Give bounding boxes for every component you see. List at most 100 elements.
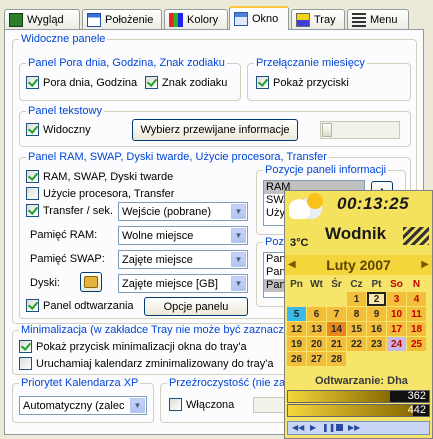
stop-icon[interactable]: [336, 424, 343, 431]
calendar-day[interactable]: 7: [327, 307, 346, 321]
bar-value: 442: [407, 404, 426, 416]
chevron-down-icon[interactable]: ▼: [231, 204, 246, 219]
aquarius-icon: [403, 227, 429, 245]
checkbox-box[interactable]: [26, 204, 39, 217]
calendar-day[interactable]: 9: [367, 307, 386, 321]
calendar-day[interactable]: 17: [387, 322, 406, 336]
calendar-day[interactable]: 14: [327, 322, 346, 336]
tab-kolory[interactable]: Kolory: [164, 9, 228, 29]
scroll-speed-slider[interactable]: [320, 121, 400, 139]
calendar-empty: [287, 292, 306, 306]
ram-swap-disks-checkbox[interactable]: RAM, SWAP, Dyski twarde: [26, 170, 173, 183]
calendar-day[interactable]: 5: [287, 307, 306, 321]
window-icon: [234, 12, 248, 26]
zodiac-checkbox[interactable]: Znak zodiaku: [145, 76, 227, 89]
disk-settings-button[interactable]: [80, 272, 102, 292]
daytime-checkbox[interactable]: Pora dnia, Godzina: [26, 76, 137, 89]
ram-select[interactable]: Wolne miejsce ▼: [118, 226, 248, 245]
tab-wyglad[interactable]: Wygląd: [4, 9, 80, 29]
checkbox-box[interactable]: [26, 187, 39, 200]
calendar-day[interactable]: 12: [287, 322, 306, 336]
calendar-day[interactable]: 19: [287, 337, 306, 351]
checkbox-box[interactable]: [169, 398, 182, 411]
calendar-day[interactable]: 8: [347, 307, 366, 321]
checkbox-label: Uruchamiaj kalendarz zminimalizowany do …: [36, 357, 274, 370]
calendar-day[interactable]: 13: [307, 322, 326, 336]
checkbox-label: Znak zodiaku: [162, 76, 228, 89]
select-value: Wolne miejsce: [122, 229, 194, 242]
transparency-slider[interactable]: [253, 397, 287, 413]
chevron-down-icon[interactable]: ▼: [231, 228, 246, 243]
start-minimized-checkbox[interactable]: Uruchamiaj kalendarz zminimalizowany do …: [19, 357, 273, 370]
tab-menu[interactable]: Menu: [347, 9, 409, 29]
panel-options-button[interactable]: Opcje panelu: [144, 297, 248, 316]
next-track-icon[interactable]: ▶▶: [348, 423, 360, 432]
calendar-day[interactable]: 2: [367, 292, 386, 306]
checkbox-box[interactable]: [26, 76, 39, 89]
disks-select[interactable]: Zajęte miejsce [GB] ▼: [118, 274, 248, 293]
day-header: So: [390, 278, 403, 290]
checkbox-label: Włączona: [186, 398, 235, 411]
chevron-down-icon[interactable]: ▼: [231, 252, 246, 267]
calendar-day[interactable]: 26: [287, 352, 306, 366]
calendar-day[interactable]: 28: [327, 352, 346, 366]
show-minimize-button-checkbox[interactable]: Pokaż przycisk minimalizacji okna do tra…: [19, 340, 247, 353]
choose-scrolling-info-button[interactable]: Wybierz przewijane informacje: [132, 119, 298, 141]
tab-polozenie[interactable]: Położenie: [82, 9, 162, 29]
calendar-day[interactable]: 25: [407, 337, 426, 351]
checkbox-label: Transfer / sek.: [43, 204, 113, 217]
checkbox-box[interactable]: [19, 357, 32, 370]
group-title: Panel tekstowy: [26, 105, 104, 117]
calendar-day[interactable]: 4: [407, 292, 426, 306]
checkbox-box[interactable]: [26, 299, 39, 312]
calendar-day[interactable]: 21: [327, 337, 346, 351]
swap-select[interactable]: Zajęte miejsce ▼: [118, 250, 248, 269]
month-title: Luty 2007: [326, 257, 391, 273]
checkbox-label: Pokaż przyciski: [273, 76, 349, 89]
transfer-per-sec-checkbox[interactable]: Transfer / sek.: [26, 204, 113, 217]
cpu-transfer-checkbox[interactable]: Użycie procesora, Transfer: [26, 187, 174, 200]
calendar-day[interactable]: 15: [347, 322, 366, 336]
text-visible-checkbox[interactable]: Widoczny: [26, 123, 91, 136]
zodiac-name: Wodnik: [325, 224, 387, 243]
play-icon[interactable]: ▶: [310, 423, 316, 432]
slider-thumb[interactable]: [322, 123, 332, 137]
calendar-day[interactable]: 1: [347, 292, 366, 306]
group-title: Minimalizacja (w zakładce Tray nie może …: [19, 324, 292, 336]
transfer-direction-select[interactable]: Wejście (pobrane) ▼: [118, 202, 248, 221]
day-header: Cz: [350, 278, 363, 290]
checkbox-box[interactable]: [145, 76, 158, 89]
prev-track-icon[interactable]: ◀◀: [292, 423, 304, 432]
calendar-widget[interactable]: 00:13:25 3°C Wodnik ◀ Luty 2007 ▶ Pn Wt Śr…: [284, 190, 433, 439]
chevron-down-icon[interactable]: ▼: [231, 276, 246, 291]
tab-label: Tray: [314, 13, 336, 26]
checkbox-box[interactable]: [256, 76, 269, 89]
tab-okno[interactable]: Okno: [229, 6, 289, 30]
checkbox-box[interactable]: [19, 340, 32, 353]
checkbox-box[interactable]: [26, 123, 39, 136]
calendar-day[interactable]: 27: [307, 352, 326, 366]
calendar-day[interactable]: 18: [407, 322, 426, 336]
group-title: Widoczne panele: [19, 33, 108, 45]
next-month-icon[interactable]: ▶: [421, 259, 429, 270]
priority-select[interactable]: Automatyczny (zalec ▼: [19, 396, 147, 415]
calendar-day[interactable]: 6: [307, 307, 326, 321]
chevron-down-icon[interactable]: ▼: [130, 398, 145, 413]
day-header: Pt: [371, 278, 382, 290]
calendar-day[interactable]: 11: [407, 307, 426, 321]
transparency-enabled-checkbox[interactable]: Włączona: [169, 398, 234, 411]
pause-icon[interactable]: ❚❚: [322, 423, 335, 432]
menu-icon: [352, 12, 366, 27]
playback-panel-checkbox[interactable]: Panel odtwarzania: [26, 299, 134, 312]
calendar-day[interactable]: 20: [307, 337, 326, 351]
calendar-day[interactable]: 24: [387, 337, 406, 351]
calendar-day[interactable]: 3: [387, 292, 406, 306]
tab-tray[interactable]: Tray: [291, 9, 345, 29]
checkbox-box[interactable]: [26, 170, 39, 183]
calendar-day[interactable]: 22: [347, 337, 366, 351]
calendar-day[interactable]: 10: [387, 307, 406, 321]
show-buttons-checkbox[interactable]: Pokaż przyciski: [256, 76, 349, 89]
calendar-day[interactable]: 16: [367, 322, 386, 336]
calendar-day[interactable]: 23: [367, 337, 386, 351]
window-position-icon: [87, 12, 101, 27]
